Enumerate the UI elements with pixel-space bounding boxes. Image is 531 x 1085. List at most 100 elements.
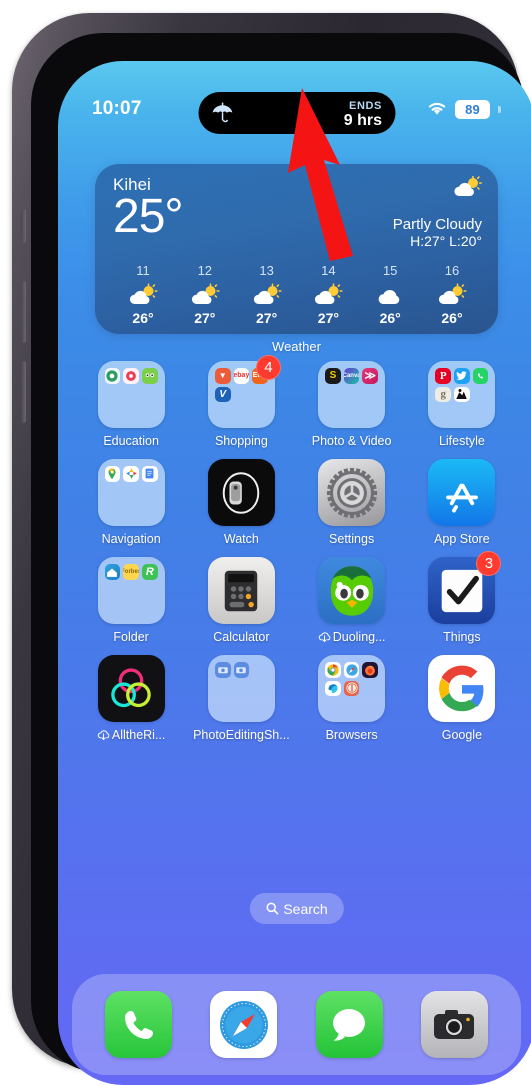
folder-mini-icon: V xyxy=(214,386,231,403)
folder-mini-icon xyxy=(344,405,360,421)
folder-icon[interactable]: S Canva ≫ xyxy=(318,361,386,428)
folder-mini-icon xyxy=(362,387,378,403)
forecast-day-number: 15 xyxy=(382,263,398,279)
folder-mini-icon xyxy=(105,503,121,519)
app-cell[interactable]: Browsers xyxy=(304,655,399,742)
dock-item-safari[interactable] xyxy=(210,991,278,1058)
app-icon[interactable] xyxy=(318,459,386,526)
folder-mini-icon xyxy=(214,662,231,678)
app-cell[interactable]: Watch xyxy=(194,459,289,546)
silent-switch[interactable] xyxy=(21,209,26,243)
folder-mini-icon xyxy=(104,564,121,580)
forecast-day: 13 27° xyxy=(239,263,295,326)
folder-icon[interactable]: Pg xyxy=(428,361,496,428)
message-bubble-icon xyxy=(333,1008,366,1041)
app-cell[interactable]: Education xyxy=(84,361,179,448)
app-cell[interactable]: App Store xyxy=(414,459,509,546)
app-label-text: Duoling... xyxy=(332,630,386,644)
dynamic-island[interactable]: ENDS 9 hrs xyxy=(198,92,395,134)
folder-icon[interactable]: ▼ebayEtsyV4 xyxy=(207,355,281,428)
folder-mini-icon xyxy=(105,601,121,617)
app-cell[interactable]: ▼ebayEtsyV4Shopping xyxy=(194,355,289,448)
app-cell[interactable]: AlltheRi... xyxy=(84,655,179,742)
icon-artwork xyxy=(97,655,165,722)
app-row: Navigation Watch Settings App Store xyxy=(58,459,531,546)
app-label: Things xyxy=(443,630,481,644)
forecast-day-icon xyxy=(128,281,158,308)
battery-tip-icon xyxy=(498,105,501,113)
folder-mini-icon xyxy=(473,387,489,403)
volume-up-button[interactable] xyxy=(21,281,26,343)
app-label: Folder xyxy=(113,630,148,644)
iphone-home-screen[interactable]: 10:07 89 ENDS 9 hrs Kihei 25° Partly Clo… xyxy=(58,61,531,1085)
folder-mini-grid: S Canva ≫ xyxy=(325,368,379,421)
folder-mini-icon xyxy=(325,405,341,421)
dock-item-phone[interactable] xyxy=(105,991,173,1058)
folder-icon[interactable] xyxy=(318,655,386,722)
app-label-text: Settings xyxy=(329,532,375,546)
folder-icon[interactable] xyxy=(97,361,165,428)
forecast-day-temp: 26° xyxy=(379,310,401,327)
folder-mini-icon xyxy=(362,662,379,678)
search-button[interactable]: Search xyxy=(249,893,344,924)
notification-badge: 3 xyxy=(476,551,502,576)
app-cell[interactable]: Calculator xyxy=(194,557,289,644)
app-cell[interactable]: 3 Things xyxy=(414,551,509,644)
icon-artwork xyxy=(428,655,496,722)
app-label-text: Things xyxy=(443,630,481,644)
icon-artwork xyxy=(207,557,275,624)
icon-artwork: ForbesR xyxy=(97,557,165,624)
folder-mini-icon xyxy=(343,680,360,697)
app-cell[interactable]: Navigation xyxy=(84,459,179,546)
icon-artwork xyxy=(207,459,275,526)
folder-mini-icon xyxy=(325,662,341,678)
folder-mini-grid xyxy=(104,466,158,519)
app-icon[interactable] xyxy=(428,459,496,526)
folder-icon[interactable]: ForbesR xyxy=(97,557,165,624)
app-cell[interactable]: ForbesR Folder xyxy=(84,557,179,644)
app-icon[interactable] xyxy=(207,557,275,624)
folder-mini-icon xyxy=(252,387,268,403)
app-label-text: Education xyxy=(103,434,159,448)
volume-down-button[interactable] xyxy=(21,361,26,423)
folder-mini-icon xyxy=(234,387,250,403)
forecast-day-number: 11 xyxy=(136,263,150,279)
folder-mini-icon xyxy=(252,681,268,697)
folder-icon[interactable] xyxy=(207,655,275,722)
app-cell[interactable]: Pg Lifestyle xyxy=(414,361,509,448)
folder-mini-icon xyxy=(142,583,158,599)
app-label: App Store xyxy=(434,532,490,546)
folder-mini-icon xyxy=(233,662,250,678)
wifi-icon xyxy=(428,102,446,115)
icloud-download-icon xyxy=(318,632,331,643)
app-icon[interactable]: 3 xyxy=(428,551,502,624)
app-cell[interactable]: S Canva ≫ Photo & Video xyxy=(304,361,399,448)
forecast-day-temp: 27° xyxy=(256,310,278,327)
app-label: Navigation xyxy=(102,532,161,546)
app-cell[interactable]: Duoling... xyxy=(304,557,399,644)
app-icon[interactable] xyxy=(97,655,165,722)
weather-current: Kihei 25° xyxy=(113,175,184,250)
app-icon[interactable] xyxy=(318,557,386,624)
folder-mini-icon xyxy=(142,387,158,403)
cloudy-icon xyxy=(378,289,400,304)
folder-mini-icon: Canva xyxy=(343,368,360,384)
folder-mini-icon xyxy=(252,699,268,715)
app-label-text: Navigation xyxy=(101,532,161,546)
weather-widget[interactable]: Kihei 25° Partly Cloudy H:27° L:20° 11 2… xyxy=(95,164,498,334)
folder-mini-icon xyxy=(215,699,231,715)
app-cell[interactable]: Settings xyxy=(304,459,399,546)
app-label-text: PhotoEditingSh... xyxy=(193,728,290,742)
dock-item-messages[interactable] xyxy=(315,991,383,1058)
folder-icon[interactable] xyxy=(97,459,165,526)
dock-item-camera[interactable] xyxy=(420,991,488,1058)
partly-cloudy-icon xyxy=(315,282,343,304)
weather-widget-header: Kihei 25° Partly Cloudy H:27° L:20° xyxy=(113,175,482,250)
app-icon[interactable] xyxy=(207,459,275,526)
app-cell[interactable]: PhotoEditingSh... xyxy=(193,655,290,742)
folder-mini-icon xyxy=(105,485,121,501)
icon-artwork xyxy=(207,655,275,722)
app-icon[interactable] xyxy=(428,655,496,722)
folder-mini-icon xyxy=(105,405,121,421)
app-cell[interactable]: Google xyxy=(414,655,509,742)
